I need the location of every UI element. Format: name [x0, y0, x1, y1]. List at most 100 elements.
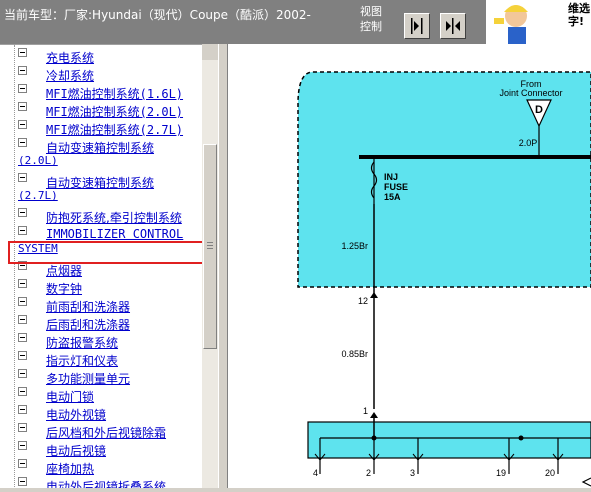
collapse-icon[interactable] [18, 459, 27, 468]
power-bus [359, 155, 591, 159]
tree-item[interactable]: 后风档和外后视镜除霜 [18, 423, 166, 441]
title-bar: 当前车型：厂家:Hyundai（现代）Coupe（酷派）2002- 视图控制 维… [0, 0, 591, 44]
tree-item-label[interactable]: 多功能测量单元 [46, 372, 130, 386]
wiring-diagram: From Joint Connector D 2.0P INJ FUSE 15A… [228, 44, 591, 488]
collapse-icon[interactable] [18, 226, 27, 235]
tree-item[interactable]: 电动门锁 [18, 387, 94, 405]
tree-item[interactable]: MFI燃油控制系统(1.6L) [18, 84, 183, 102]
tree-item-label[interactable]: 后雨刮和洗涤器 [46, 318, 130, 332]
logo-text: 维选字! [568, 2, 590, 28]
collapse-icon[interactable] [18, 405, 27, 414]
pin-1-label: 1 [363, 406, 368, 416]
collapse-icon[interactable] [18, 351, 27, 360]
collapse-icon[interactable] [18, 297, 27, 306]
tree-item-label[interactable]: 防抱死系统,牵引控制系统 [46, 211, 182, 225]
wire-top-label: 2.0P [519, 138, 538, 148]
tree-item-label[interactable]: 点烟器 [46, 264, 82, 278]
wiring-diagram-svg: From Joint Connector D 2.0P INJ FUSE 15A… [297, 71, 591, 487]
tree-item-label-continued[interactable]: (2.7L) [18, 189, 58, 202]
collapse-icon[interactable] [18, 84, 27, 93]
tree-item[interactable]: IMMOBILIZER CONTROL SYSTEM [18, 226, 183, 255]
tree-item-label[interactable]: 充电系统 [46, 51, 94, 65]
tree-item-label[interactable]: 后风档和外后视镜除霜 [46, 426, 166, 440]
selection-highlight [8, 241, 202, 264]
tree-item-label[interactable]: 电动后视镜 [46, 444, 106, 458]
tree-item[interactable]: 前雨刮和洗涤器 [18, 297, 130, 315]
tree-item-label-continued[interactable]: (2.0L) [18, 154, 58, 167]
tree-item[interactable]: 数字钟 [18, 279, 82, 297]
mascot-icon [486, 0, 566, 44]
collapse-icon[interactable] [18, 333, 27, 342]
tree-scrollbar[interactable] [202, 44, 218, 488]
collapse-icon[interactable] [18, 477, 27, 486]
tree-item[interactable]: 后雨刮和洗涤器 [18, 315, 130, 333]
pin-12-label: 12 [358, 296, 368, 306]
collapse-icon[interactable] [18, 387, 27, 396]
split-icon [446, 18, 460, 34]
tree-item[interactable]: 点烟器 [18, 261, 82, 279]
tree-item[interactable]: 电动外后视镜拆叠系统 [18, 477, 166, 488]
grip-icon [207, 242, 213, 249]
connector-letter: D [535, 104, 543, 116]
tree-item-label[interactable]: 电动外视镜 [46, 408, 106, 422]
pin-label: 3 [410, 468, 415, 478]
scroll-thumb[interactable] [203, 144, 217, 349]
collapse-icon[interactable] [18, 138, 27, 147]
collapse-icon[interactable] [18, 423, 27, 432]
tree-item-label[interactable]: MFI燃油控制系统(1.6L) [46, 87, 183, 101]
tree-item[interactable]: MFI燃油控制系统(2.0L) [18, 102, 183, 120]
collapse-icon[interactable] [18, 441, 27, 450]
expand-view-button[interactable] [404, 13, 430, 39]
tree-item-label[interactable]: 自动变速箱控制系统 [46, 141, 154, 155]
pane-splitter[interactable] [218, 44, 228, 488]
tree-item-label[interactable]: 电动门锁 [46, 390, 94, 404]
collapse-icon[interactable] [18, 48, 27, 57]
collapse-icon[interactable] [18, 279, 27, 288]
tree-item-label[interactable]: 座椅加热 [46, 462, 94, 476]
continuation-arrow [581, 477, 591, 487]
tree-item[interactable]: 防抱死系统,牵引控制系统 [18, 208, 182, 226]
tree-item-label[interactable]: 冷却系统 [46, 69, 94, 83]
tree-item-label[interactable]: 数字钟 [46, 282, 82, 296]
collapse-icon[interactable] [18, 102, 27, 111]
pin-label: 2 [366, 468, 371, 478]
scroll-up-button[interactable] [202, 44, 218, 60]
tree-item-label[interactable]: MFI燃油控制系统(2.7L) [46, 123, 183, 137]
tree-item[interactable]: 指示灯和仪表 [18, 351, 118, 369]
collapse-icon[interactable] [18, 315, 27, 324]
pin-1-marker [370, 412, 378, 418]
tree-item[interactable]: 冷却系统 [18, 66, 94, 84]
tree-guide-line [14, 45, 15, 488]
tree-item[interactable]: 自动变速箱控制系统 (2.0L) [18, 138, 154, 167]
split-view-button[interactable] [440, 13, 466, 39]
collapse-icon[interactable] [18, 120, 27, 129]
collapse-icon[interactable] [18, 208, 27, 217]
tree-item[interactable]: 自动变速箱控制系统 (2.7L) [18, 173, 154, 202]
tree-item[interactable]: 多功能测量单元 [18, 369, 130, 387]
fuse-label-3: 15A [384, 192, 401, 202]
tree-item-label[interactable]: 自动变速箱控制系统 [46, 176, 154, 190]
pin-12-marker [370, 292, 378, 298]
system-tree: 充电系统冷却系统 MFI燃油控制系统(1.6L) MFI燃油控制系统(2.0L) MF… [0, 44, 202, 488]
tree-item-label[interactable]: 防盗报警系统 [46, 336, 118, 350]
wire-low-label: 0.85Br [341, 349, 368, 359]
pin-label: 20 [545, 468, 555, 478]
collapse-icon[interactable] [18, 369, 27, 378]
tree-item-label[interactable]: IMMOBILIZER CONTROL [46, 227, 183, 241]
tree-item[interactable]: 防盗报警系统 [18, 333, 118, 351]
tree-item[interactable]: 充电系统 [18, 48, 94, 66]
tree-item[interactable]: MFI燃油控制系统(2.7L) [18, 120, 183, 138]
tree-item-label[interactable]: 前雨刮和洗涤器 [46, 300, 130, 314]
tree-item-label[interactable]: MFI燃油控制系统(2.0L) [46, 105, 183, 119]
view-control-label: 视图控制 [360, 5, 382, 33]
tree-item-label[interactable]: 电动外后视镜拆叠系统 [46, 480, 166, 488]
collapse-icon[interactable] [18, 66, 27, 75]
collapse-icon[interactable] [18, 173, 27, 182]
tree-item-label[interactable]: 指示灯和仪表 [46, 354, 118, 368]
tree-item[interactable]: 电动后视镜 [18, 441, 106, 459]
from-label-2: Joint Connector [499, 88, 562, 98]
tree-item[interactable]: 座椅加热 [18, 459, 94, 477]
junction-dot-2 [518, 435, 524, 441]
tree-item[interactable]: 电动外视镜 [18, 405, 106, 423]
current-model-label: 当前车型：厂家:Hyundai（现代）Coupe（酷派）2002- [4, 8, 311, 22]
